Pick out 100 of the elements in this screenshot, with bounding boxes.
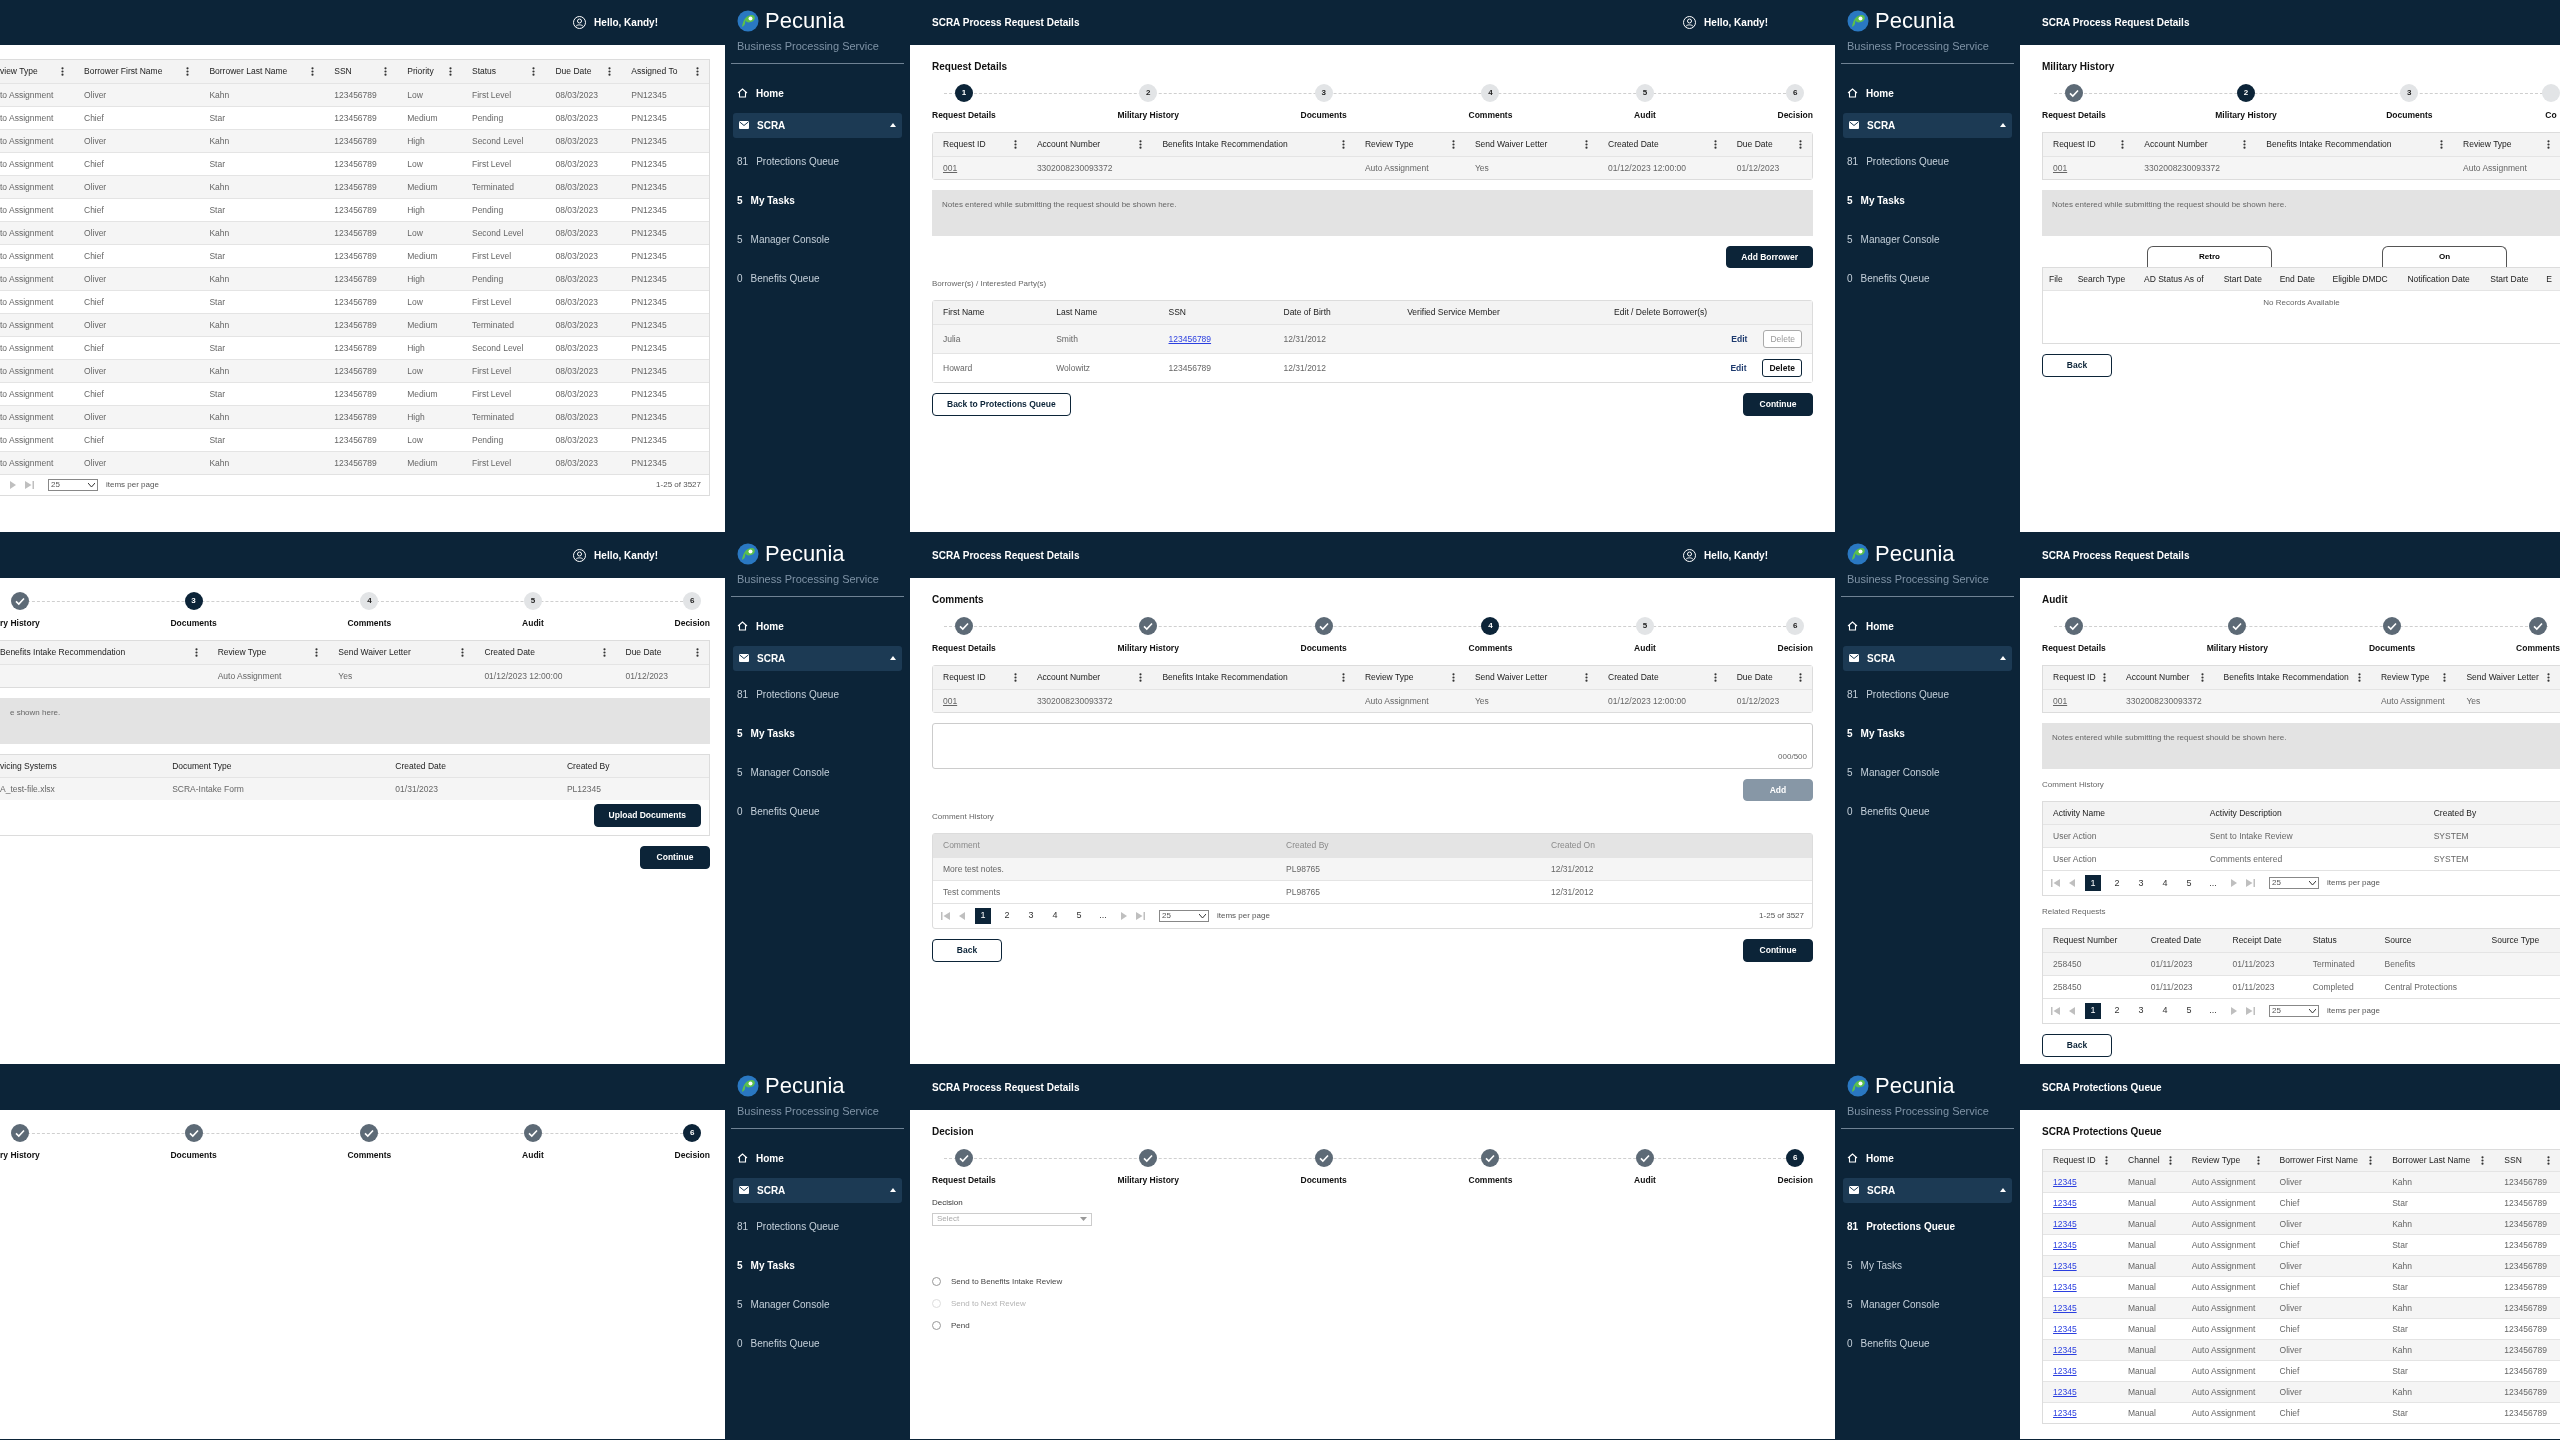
table-link[interactable]: 12345	[2053, 1197, 2077, 1208]
column-menu-icon[interactable]	[1341, 139, 1345, 149]
step-number[interactable]: 5	[523, 592, 542, 610]
column-menu-icon[interactable]	[2547, 139, 2550, 149]
step-complete-icon[interactable]	[1635, 1149, 1654, 1167]
page-button[interactable]: 4	[2157, 875, 2173, 892]
step-complete-icon[interactable]	[2383, 617, 2402, 635]
step-complete-icon[interactable]	[954, 617, 973, 635]
page-button[interactable]: 1	[975, 908, 991, 924]
table-link[interactable]: 12345	[2053, 1344, 2077, 1355]
action-button[interactable]: Continue	[1743, 393, 1813, 416]
page-button[interactable]: 5	[2181, 875, 2197, 892]
step-number[interactable]: 5	[1635, 617, 1654, 635]
scra-nav-group[interactable]: SCRA	[733, 112, 902, 138]
page-button[interactable]: 1	[2085, 875, 2101, 892]
nav-item[interactable]: 81 Protections Queue	[1843, 145, 2012, 177]
step-complete-icon[interactable]	[10, 592, 29, 610]
nav-item[interactable]: 0 Benefits Queue	[1843, 262, 2012, 294]
step-number[interactable]: 2	[2237, 84, 2255, 102]
step-number[interactable]: 5	[1635, 84, 1654, 102]
column-menu-icon[interactable]	[2369, 1155, 2373, 1165]
step-complete-icon[interactable]	[360, 1124, 379, 1142]
column-menu-icon[interactable]	[1799, 672, 1802, 682]
step-number[interactable]: 6	[683, 1124, 702, 1142]
nav-item[interactable]: 0 Benefits Queue	[733, 1327, 902, 1359]
step-number[interactable]: 4	[1481, 617, 1500, 635]
action-button[interactable]: Back	[2042, 354, 2112, 377]
edit-link[interactable]: Edit	[1730, 362, 1747, 374]
column-menu-icon[interactable]	[1451, 672, 1455, 682]
nav-item[interactable]: 5 My Tasks	[1843, 1249, 2012, 1281]
column-menu-icon[interactable]	[1713, 672, 1717, 682]
column-menu-icon[interactable]	[1585, 672, 1589, 682]
user-icon[interactable]	[573, 549, 587, 562]
table-link[interactable]: 12345	[2053, 1260, 2077, 1271]
step-number[interactable]: 6	[1786, 84, 1805, 102]
column-menu-icon[interactable]	[1013, 139, 1017, 149]
step-complete-icon[interactable]	[1314, 1149, 1333, 1167]
scra-nav-group[interactable]: SCRA	[1843, 1177, 2012, 1203]
table-link[interactable]: 12345	[2053, 1407, 2077, 1418]
nav-item[interactable]: 81 Protections Queue	[1843, 678, 2012, 710]
page-button[interactable]: ...	[2205, 1003, 2221, 1019]
nav-item[interactable]: 5 Manager Console	[1843, 756, 2012, 788]
nav-item[interactable]: 5 Manager Console	[1843, 1288, 2012, 1320]
table-link[interactable]: 12345	[2053, 1239, 2077, 1250]
column-menu-icon[interactable]	[1799, 139, 1802, 149]
nav-item[interactable]: 5 Manager Console	[733, 756, 902, 788]
column-menu-icon[interactable]	[461, 647, 465, 657]
column-menu-icon[interactable]	[1013, 672, 1017, 682]
nav-item[interactable]: 81 Protections Queue	[733, 1210, 902, 1242]
home-nav-item[interactable]: Home	[1843, 1146, 2012, 1170]
page-button[interactable]: 3	[1023, 908, 1039, 924]
action-button[interactable]: Back to Protections Queue	[932, 393, 1071, 416]
page-size-select[interactable]: 25	[2269, 877, 2319, 890]
column-menu-icon[interactable]	[315, 647, 319, 657]
table-link[interactable]: 001	[943, 695, 958, 706]
step-complete-icon[interactable]	[2064, 84, 2083, 102]
column-menu-icon[interactable]	[696, 647, 699, 657]
table-link[interactable]: 001	[2053, 695, 2068, 706]
table-link[interactable]: 12345	[2053, 1281, 2077, 1292]
column-menu-icon[interactable]	[2357, 672, 2361, 682]
column-menu-icon[interactable]	[1139, 672, 1143, 682]
toggle-tab[interactable]: Retro	[2147, 245, 2272, 267]
nav-item[interactable]: 5 My Tasks	[1843, 717, 2012, 749]
nav-item[interactable]: 81 Protections Queue	[733, 145, 902, 177]
nav-item[interactable]: 5 Manager Console	[1843, 223, 2012, 255]
table-link[interactable]: 12345	[2053, 1176, 2077, 1187]
step-complete-icon[interactable]	[1314, 617, 1333, 635]
column-menu-icon[interactable]	[2103, 672, 2106, 682]
step-complete-icon[interactable]	[954, 1149, 973, 1167]
column-menu-icon[interactable]	[384, 66, 388, 76]
toggle-tab[interactable]: On	[2382, 245, 2507, 267]
column-menu-icon[interactable]	[1139, 139, 1143, 149]
table-link[interactable]: 123456789	[1168, 334, 1212, 344]
step-number[interactable]: 4	[360, 592, 379, 610]
action-button[interactable]: Continue	[1743, 939, 1813, 962]
step-number[interactable]: 2	[1139, 84, 1158, 102]
column-menu-icon[interactable]	[1451, 139, 1455, 149]
column-menu-icon[interactable]	[186, 66, 190, 76]
page-button[interactable]: 4	[2157, 1003, 2173, 1019]
step-complete-icon[interactable]	[10, 1124, 29, 1142]
scra-nav-group[interactable]: SCRA	[1843, 645, 2012, 671]
step-number[interactable]: 3	[1314, 84, 1333, 102]
nav-item[interactable]: 5 My Tasks	[733, 717, 902, 749]
nav-item[interactable]: 81 Protections Queue	[1843, 1210, 2012, 1242]
column-menu-icon[interactable]	[1341, 672, 1345, 682]
step-complete-icon[interactable]	[1139, 617, 1158, 635]
column-menu-icon[interactable]	[532, 66, 536, 76]
nav-item[interactable]: 0 Benefits Queue	[733, 262, 902, 294]
home-nav-item[interactable]: Home	[1843, 81, 2012, 105]
table-link[interactable]: 001	[943, 162, 958, 173]
page-size-select[interactable]: 25	[2269, 1005, 2319, 1017]
scra-nav-group[interactable]: SCRA	[733, 1177, 902, 1203]
delete-button[interactable]: Delete	[1762, 359, 1802, 377]
step-number[interactable]: 3	[2400, 84, 2419, 102]
nav-item[interactable]: 81 Protections Queue	[733, 678, 902, 710]
column-menu-icon[interactable]	[1713, 139, 1717, 149]
page-button[interactable]: 5	[2181, 1003, 2197, 1019]
column-menu-icon[interactable]	[2168, 1155, 2172, 1165]
table-link[interactable]: 12345	[2053, 1323, 2077, 1334]
nav-item[interactable]: 5 Manager Console	[733, 223, 902, 255]
